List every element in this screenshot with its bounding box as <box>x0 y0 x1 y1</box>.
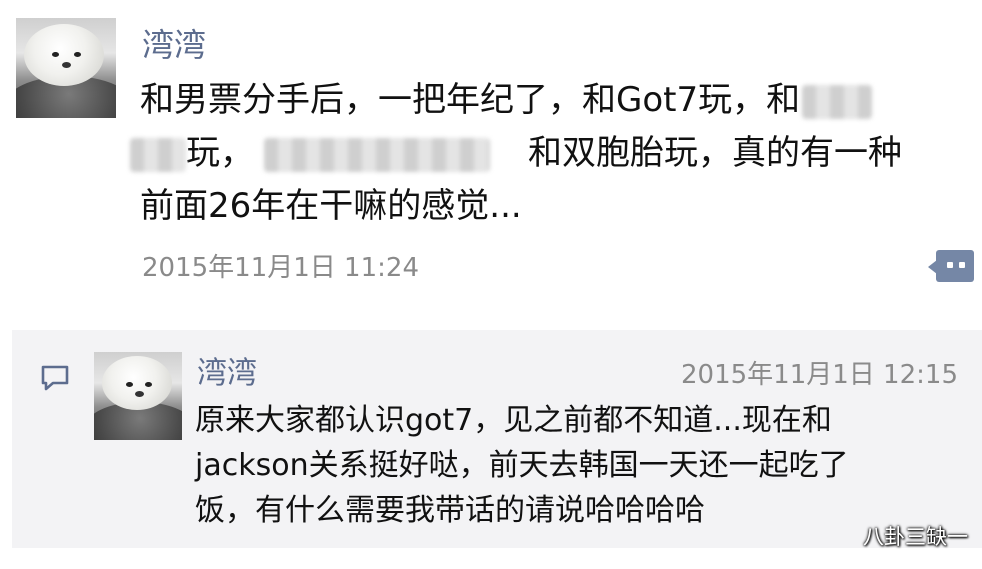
comment-timestamp: 2015年11月1日 12:15 <box>681 360 958 390</box>
avatar-eye <box>145 382 152 387</box>
avatar-eye <box>52 52 59 57</box>
comment-message-line: 饭，有什么需要我带话的请说哈哈哈哈 <box>195 493 705 528</box>
avatar-otter-head <box>24 24 104 86</box>
post-message-line: 和男票分手后，一把年纪了，和Got7玩，和 <box>140 74 955 127</box>
redacted-block <box>130 137 186 172</box>
post-message-text: 和双胞胎玩，真的有一种 <box>528 133 902 173</box>
comment-bubble-icon[interactable] <box>926 248 976 284</box>
comment-username[interactable]: 湾湾 <box>197 348 257 392</box>
post-message-text: 玩， <box>186 133 254 173</box>
post-timestamp: 2015年11月1日 11:24 <box>142 253 419 283</box>
avatar-nose <box>135 391 144 397</box>
avatar-otter-head <box>102 356 172 410</box>
avatar[interactable] <box>16 18 116 118</box>
comment-message-line: 原来大家都认识got7，见之前都不知道...现在和 <box>195 403 832 438</box>
post-message: 和男票分手后，一把年纪了，和Got7玩，和 玩， 和双胞胎玩，真的有一种 前面26… <box>130 74 955 233</box>
moment-post: 湾湾 和男票分手后，一把年纪了，和Got7玩，和 玩， 和双胞胎玩，真的有一种 前… <box>0 0 982 330</box>
post-message-text: 前面26年在干嘛的感觉... <box>140 186 522 226</box>
redacted-block <box>264 137 490 172</box>
comment-bubble-dot <box>947 262 953 268</box>
avatar-nose <box>62 62 71 68</box>
comment-icon <box>41 365 69 391</box>
comment-bubble-dot <box>959 262 965 268</box>
avatar-eye <box>126 382 133 387</box>
comment-section: 湾湾 2015年11月1日 12:15 原来大家都认识got7，见之前都不知道.… <box>12 330 982 548</box>
post-username[interactable]: 湾湾 <box>142 20 206 66</box>
redacted-block <box>802 84 873 119</box>
comment-message-line: jackson关系挺好哒，前天去韩国一天还一起吃了 <box>195 448 849 483</box>
post-message-line: 玩， 和双胞胎玩，真的有一种 <box>130 127 955 180</box>
comment-avatar[interactable] <box>94 352 182 440</box>
comment-bubble-box <box>936 250 974 282</box>
comment-message[interactable]: 原来大家都认识got7，见之前都不知道...现在和 jackson关系挺好哒，前… <box>195 398 965 533</box>
post-message-line: 前面26年在干嘛的感觉... <box>140 180 955 233</box>
post-message-text: 和男票分手后，一把年纪了，和Got7玩，和 <box>140 80 801 120</box>
watermark: 八卦三缺一 <box>863 525 968 549</box>
avatar-eye <box>74 52 81 57</box>
